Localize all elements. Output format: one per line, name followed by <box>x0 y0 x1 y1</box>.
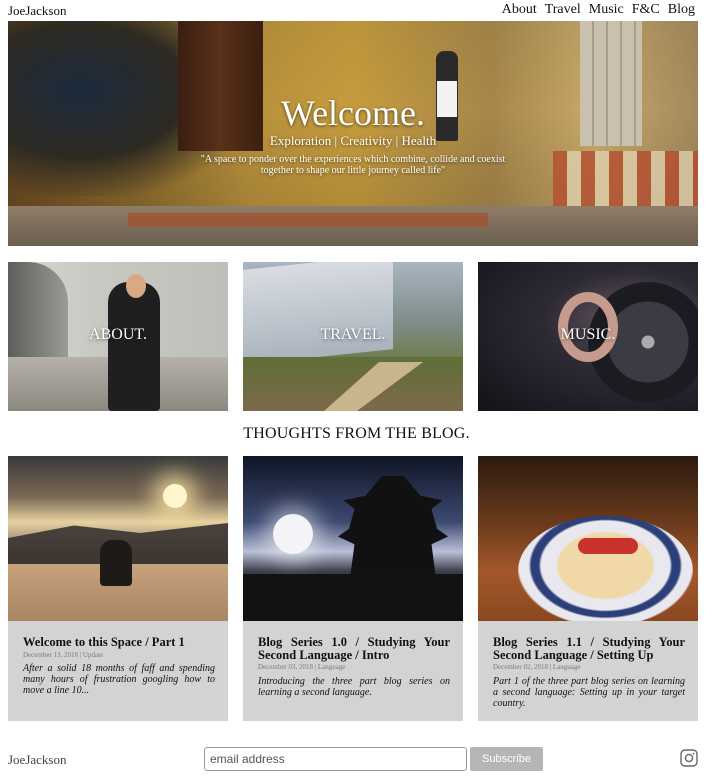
tile-travel-label: TRAVEL. <box>320 326 386 343</box>
image-sun <box>273 514 313 554</box>
blog-card-image[interactable] <box>8 456 228 621</box>
blog-card-title[interactable]: Welcome to this Space / Part 1 <box>23 636 215 649</box>
about-portrait <box>108 282 160 411</box>
hero-text: Welcome. Exploration | Creativity | Heal… <box>8 93 698 176</box>
image-noodle-bowl <box>518 516 693 621</box>
tile-about[interactable]: ABOUT. <box>8 262 228 411</box>
nav-menu: About Travel Music F&C Blog <box>502 2 695 18</box>
blog-card[interactable]: Welcome to this Space / Part 1 December … <box>8 456 228 721</box>
nav-item-about[interactable]: About <box>502 2 537 18</box>
instagram-icon[interactable] <box>680 749 698 767</box>
blog-card-meta: December 13, 2018 | Update <box>23 651 104 659</box>
blog-card-meta: December 03, 2018 | Language <box>258 663 346 671</box>
blog-card[interactable]: Blog Series 1.1 / Studying Your Second L… <box>478 456 698 721</box>
tile-about-label: ABOUT. <box>89 326 147 343</box>
blog-card-excerpt: Part 1 of the three part blog series on … <box>493 676 685 709</box>
hero-tagline: Exploration | Creativity | Health <box>269 133 437 148</box>
travel-wall <box>243 262 393 365</box>
site-brand[interactable]: JoeJackson <box>8 3 67 19</box>
hero-curb <box>128 213 488 227</box>
nav-item-music[interactable]: Music <box>589 2 624 18</box>
about-portrait-face <box>126 274 146 298</box>
blog-card-title[interactable]: Blog Series 1.1 / Studying Your Second L… <box>493 636 685 662</box>
subscribe-button[interactable]: Subscribe <box>470 747 543 771</box>
image-pagoda <box>338 476 448 586</box>
blog-card-meta: December 02, 2018 | Language <box>493 663 581 671</box>
blog-card-title[interactable]: Blog Series 1.0 / Studying Your Second L… <box>258 636 450 662</box>
blog-section-title: THOUGHTS FROM THE BLOG. <box>243 425 470 442</box>
blog-card[interactable]: Blog Series 1.0 / Studying Your Second L… <box>243 456 463 721</box>
image-wall <box>243 574 463 621</box>
footer-brand[interactable]: JoeJackson <box>8 752 67 768</box>
image-person <box>100 540 132 586</box>
nav-item-blog[interactable]: Blog <box>668 2 695 18</box>
hero-quote: "A space to ponder over the experiences … <box>200 154 506 176</box>
hero-title: Welcome. <box>280 93 426 133</box>
blog-card-excerpt: After a solid 18 months of faff and spen… <box>23 663 215 696</box>
blog-card-excerpt: Introducing the three part blog series o… <box>258 676 450 698</box>
hero-banner: Welcome. Exploration | Creativity | Heal… <box>8 21 698 246</box>
image-peppers <box>578 538 638 554</box>
nav-item-fc[interactable]: F&C <box>632 2 660 18</box>
nav-item-travel[interactable]: Travel <box>545 2 581 18</box>
tile-travel[interactable]: TRAVEL. <box>243 262 463 411</box>
email-field[interactable] <box>204 747 467 771</box>
tile-music-label: MUSIC. <box>560 326 616 343</box>
blog-card-image[interactable] <box>478 456 698 621</box>
top-navigation: JoeJackson About Travel Music F&C Blog <box>0 0 713 22</box>
blog-card-image[interactable] <box>243 456 463 621</box>
image-sun <box>163 484 187 508</box>
tile-music[interactable]: MUSIC. <box>478 262 698 411</box>
